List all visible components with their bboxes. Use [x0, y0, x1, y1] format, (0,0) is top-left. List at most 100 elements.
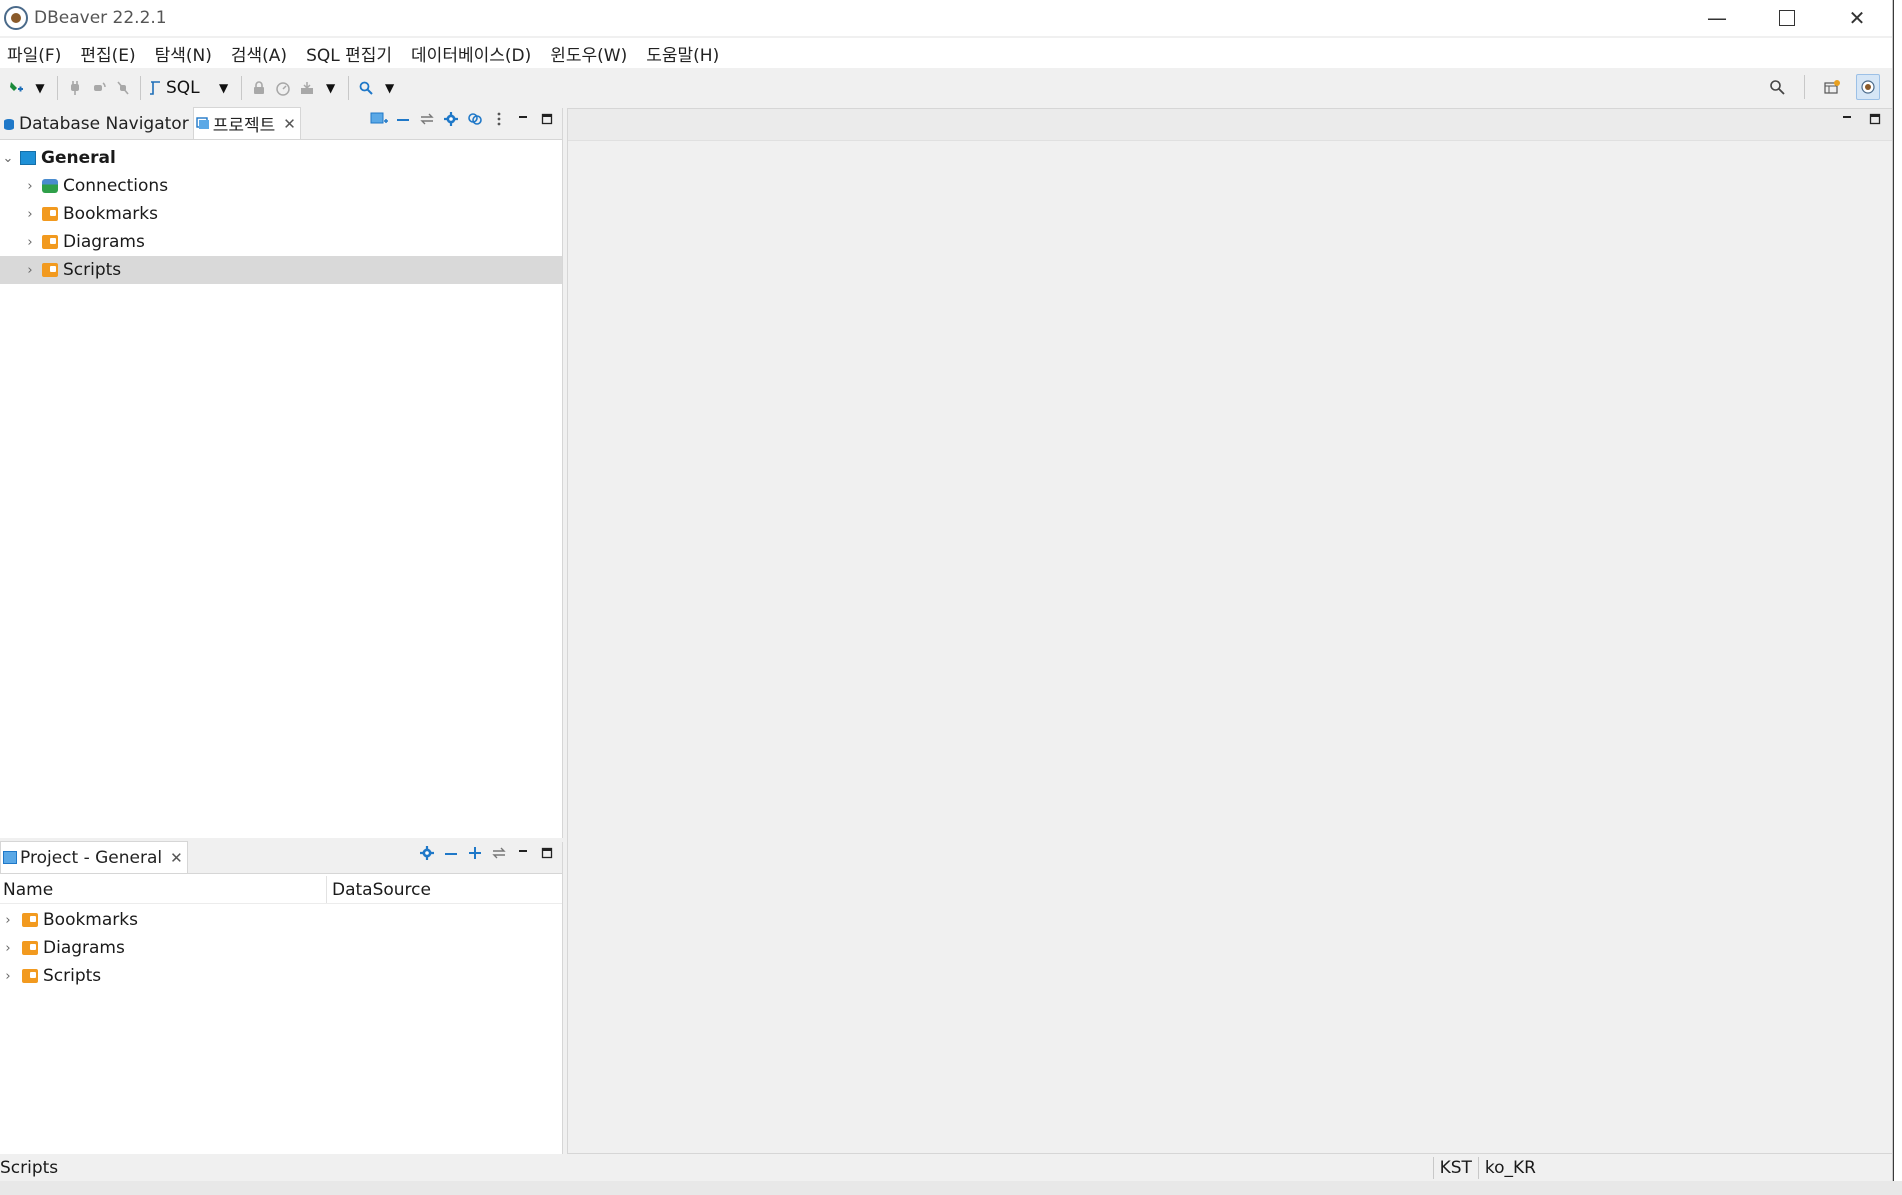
- create-project-button[interactable]: [370, 112, 388, 130]
- menu-search[interactable]: 검색(A): [224, 41, 299, 66]
- menu-sql-editor[interactable]: SQL 편집기: [299, 41, 404, 66]
- status-timezone: KST: [1432, 1157, 1478, 1179]
- minimize-view-icon: [519, 850, 527, 852]
- collapse-all-button[interactable]: [442, 847, 460, 863]
- bookmarks-folder-icon: [22, 913, 38, 927]
- status-selection-text: Scripts: [0, 1158, 59, 1178]
- connect-plug-icon: [71, 81, 79, 95]
- menu-window[interactable]: 윈도우(W): [543, 41, 639, 66]
- desktop-background-right: [1894, 0, 1902, 1181]
- maximize-view-icon: [541, 847, 553, 859]
- close-button[interactable]: ✕: [1822, 0, 1892, 36]
- transaction-mode-button[interactable]: [273, 75, 293, 101]
- transaction-lock-button[interactable]: [249, 75, 269, 101]
- menu-navigate[interactable]: 탐색(N): [148, 41, 224, 66]
- chevron-right-icon[interactable]: ›: [24, 207, 36, 222]
- sql-editor-button[interactable]: SQL: [148, 75, 200, 101]
- toolbar-separator: [1804, 75, 1805, 99]
- open-perspective-button[interactable]: [1822, 74, 1842, 100]
- table-row-diagrams[interactable]: › Diagrams: [0, 934, 562, 962]
- close-tab-icon[interactable]: ✕: [170, 849, 183, 867]
- menu-edit[interactable]: 편집(E): [73, 41, 147, 66]
- column-header-name[interactable]: Name: [0, 876, 327, 903]
- tab-project-general-label: Project - General: [20, 847, 163, 868]
- maximize-icon: [1779, 10, 1795, 26]
- sql-editor-dropdown[interactable]: ▼: [214, 75, 234, 101]
- menu-database[interactable]: 데이터베이스(D): [404, 41, 543, 66]
- maximize-button[interactable]: [1752, 0, 1822, 36]
- configure-button[interactable]: [442, 112, 460, 130]
- minimize-view-icon: [1843, 116, 1851, 118]
- disconnect-button[interactable]: [113, 75, 133, 101]
- commit-icon: [300, 82, 313, 94]
- filter-connections-button[interactable]: [466, 112, 484, 130]
- project-view-toolbar: [418, 846, 556, 864]
- reconnect-button[interactable]: [89, 75, 109, 101]
- collapse-all-button[interactable]: [394, 113, 412, 129]
- tab-database-navigator[interactable]: Database Navigator: [0, 109, 193, 139]
- menu-bar: 파일(F) 편집(E) 탐색(N) 검색(A) SQL 편집기 데이터베이스(D…: [0, 38, 1892, 68]
- dbeaver-perspective-icon: [1861, 80, 1875, 94]
- search-dropdown[interactable]: ▼: [380, 75, 400, 101]
- tab-project-general[interactable]: Project - General ✕: [0, 841, 188, 873]
- disconnect-plug-icon: [117, 81, 129, 95]
- tree-item-bookmarks[interactable]: › Bookmarks: [0, 200, 562, 228]
- chevron-right-icon[interactable]: ›: [2, 969, 14, 984]
- sql-button-label: SQL: [166, 78, 200, 98]
- menu-help[interactable]: 도움말(H): [639, 41, 731, 66]
- toolbar-separator: [140, 76, 141, 100]
- configure-columns-button[interactable]: [418, 846, 436, 864]
- maximize-view-button[interactable]: [538, 847, 556, 863]
- global-search-button[interactable]: [1767, 74, 1787, 100]
- chevron-right-icon[interactable]: ›: [24, 179, 36, 194]
- tab-projects[interactable]: 프로젝트 ✕: [192, 107, 301, 139]
- tree-item-label: Diagrams: [63, 232, 145, 252]
- tab-database-navigator-label: Database Navigator: [19, 114, 189, 134]
- minimize-view-button[interactable]: [514, 113, 532, 129]
- maximize-view-button[interactable]: [538, 113, 556, 129]
- table-row-label: Scripts: [43, 966, 102, 986]
- chevron-right-icon[interactable]: ›: [2, 941, 14, 956]
- editor-area-toolbar: [1838, 113, 1884, 129]
- view-menu-button[interactable]: [490, 112, 508, 130]
- reconnect-plug-icon: [94, 82, 106, 91]
- chevron-right-icon[interactable]: ›: [2, 913, 14, 928]
- link-with-editor-button[interactable]: [490, 847, 508, 863]
- expand-all-button[interactable]: [466, 846, 484, 864]
- new-connection-dropdown[interactable]: ▼: [30, 75, 50, 101]
- link-with-editor-button[interactable]: [418, 113, 436, 129]
- transaction-dropdown[interactable]: ▼: [321, 75, 341, 101]
- magnifier-icon: [1770, 80, 1785, 95]
- chevron-right-icon[interactable]: ›: [24, 263, 36, 278]
- tree-item-scripts[interactable]: › Scripts: [0, 256, 562, 284]
- minimize-icon: —: [1707, 6, 1727, 30]
- status-right: KST ko_KR: [1432, 1155, 1542, 1181]
- commit-button[interactable]: [297, 75, 317, 101]
- table-row-bookmarks[interactable]: › Bookmarks: [0, 906, 562, 934]
- link-with-editor-icon: [420, 113, 434, 125]
- tree-item-diagrams[interactable]: › Diagrams: [0, 228, 562, 256]
- project-general-icon: [3, 851, 17, 864]
- search-toolbar-button[interactable]: [356, 75, 376, 101]
- editor-area[interactable]: [567, 108, 1892, 1154]
- menu-file[interactable]: 파일(F): [0, 41, 73, 66]
- column-header-datasource[interactable]: DataSource: [327, 880, 431, 900]
- connect-button[interactable]: [65, 75, 85, 101]
- chevron-right-icon[interactable]: ›: [24, 235, 36, 250]
- navigator-view-toolbar: [370, 112, 556, 130]
- view-menu-icon: [497, 112, 501, 126]
- minimize-button[interactable]: —: [1682, 0, 1752, 36]
- minimize-view-button[interactable]: [514, 847, 532, 863]
- close-tab-icon[interactable]: ✕: [283, 115, 296, 133]
- table-row-label: Bookmarks: [43, 910, 138, 930]
- tree-item-connections[interactable]: › Connections: [0, 172, 562, 200]
- dbeaver-perspective-button[interactable]: [1856, 74, 1880, 100]
- dbeaver-window: DBeaver 22.2.1 — ✕ 파일(F) 편집(E) 탐색(N) 검색(…: [0, 0, 1893, 1181]
- minimize-editor-button[interactable]: [1838, 113, 1856, 129]
- table-row-scripts[interactable]: › Scripts: [0, 962, 562, 990]
- tree-item-general[interactable]: ⌄ General: [0, 144, 562, 172]
- maximize-editor-button[interactable]: [1866, 113, 1884, 129]
- chevron-down-icon[interactable]: ⌄: [2, 151, 14, 166]
- main-toolbar: ▼ SQL ▼ ▼ ▼: [0, 70, 1892, 106]
- new-connection-button[interactable]: [6, 75, 26, 101]
